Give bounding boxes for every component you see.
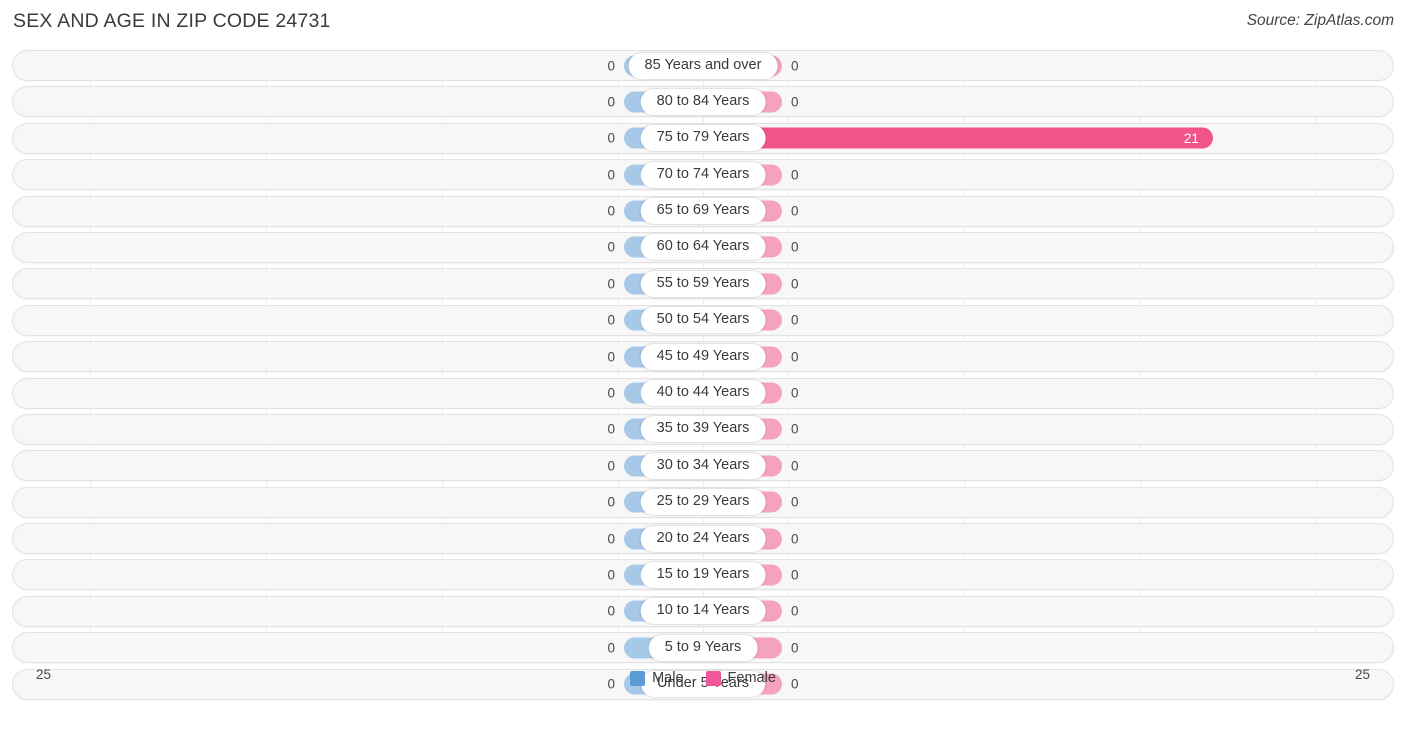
age-group-row: 0 0 60 to 64 Years	[12, 231, 1394, 263]
male-value-label: 0	[607, 531, 615, 547]
page-title: SEX AND AGE IN ZIP CODE 24731	[13, 10, 331, 32]
legend-swatch-icon	[705, 670, 721, 686]
female-value-label: 0	[791, 603, 799, 619]
female-bar-value: 21	[1183, 130, 1199, 146]
age-group-label: 65 to 69 Years	[640, 198, 766, 225]
age-group-label: 60 to 64 Years	[640, 234, 766, 261]
legend-item-male[interactable]: Male	[630, 670, 684, 686]
age-group-label: 15 to 19 Years	[640, 561, 766, 588]
female-value-label: 0	[791, 167, 799, 183]
legend-swatch-icon	[630, 670, 646, 686]
age-group-label: 5 to 9 Years	[648, 634, 758, 661]
male-value-label: 0	[607, 567, 615, 583]
age-group-label: 80 to 84 Years	[640, 88, 766, 115]
age-group-label: 85 Years and over	[628, 52, 778, 79]
male-value-label: 0	[607, 385, 615, 401]
age-group-label: 30 to 34 Years	[640, 452, 766, 479]
age-group-row: 0 0 55 to 59 Years	[12, 268, 1394, 300]
age-group-row: 0 0 50 to 54 Years	[12, 304, 1394, 336]
age-group-label: 70 to 74 Years	[640, 161, 766, 188]
male-value-label: 0	[607, 421, 615, 437]
age-group-label: 35 to 39 Years	[640, 416, 766, 443]
female-value-label: 0	[791, 494, 799, 510]
age-group-row: 0 0 70 to 74 Years	[12, 159, 1394, 191]
female-bar: 21	[703, 127, 1213, 149]
age-group-row: 0 0 85 Years and over	[12, 50, 1394, 81]
male-value-label: 0	[607, 349, 615, 365]
age-group-label: 55 to 59 Years	[640, 270, 766, 297]
female-value-label: 0	[791, 239, 799, 255]
age-group-row: 0 0 30 to 34 Years	[12, 450, 1394, 482]
age-group-label: 10 to 14 Years	[640, 598, 766, 625]
female-value-label: 0	[791, 421, 799, 437]
age-group-row: 0 0 10 to 14 Years	[12, 595, 1394, 627]
legend-label: Male	[652, 670, 684, 686]
age-group-rows: 0 0 85 Years and over 0 0 80 to 84 Years 21 0 75…	[0, 50, 1406, 705]
male-value-label: 0	[607, 640, 615, 656]
age-group-row: 0 0 65 to 69 Years	[12, 195, 1394, 227]
female-value-label: 0	[791, 203, 799, 219]
female-value-label: 0	[791, 531, 799, 547]
male-value-label: 0	[607, 494, 615, 510]
age-group-label: 25 to 29 Years	[640, 489, 766, 516]
female-value-label: 0	[791, 58, 799, 73]
age-group-row: 0 0 45 to 49 Years	[12, 341, 1394, 373]
legend-label: Female	[727, 670, 776, 686]
female-value-label: 0	[791, 385, 799, 401]
male-value-label: 0	[607, 239, 615, 255]
male-value-label: 0	[607, 94, 615, 110]
age-group-row: 0 0 40 to 44 Years	[12, 377, 1394, 409]
age-group-row: 0 0 80 to 84 Years	[12, 86, 1394, 118]
chart-page: SEX AND AGE IN ZIP CODE 24731 Source: Zi…	[0, 0, 1406, 740]
female-value-label: 0	[791, 567, 799, 583]
male-value-label: 0	[607, 167, 615, 183]
age-group-row: 0 0 20 to 24 Years	[12, 523, 1394, 555]
male-value-label: 0	[607, 603, 615, 619]
age-group-row: 0 0 35 to 39 Years	[12, 413, 1394, 445]
female-value-label: 0	[791, 640, 799, 656]
age-group-row: 21 0 75 to 79 Years	[12, 122, 1394, 154]
age-group-row: 0 0 15 to 19 Years	[12, 559, 1394, 591]
male-value-label: 0	[607, 203, 615, 219]
female-value-label: 0	[791, 458, 799, 474]
age-group-label: 75 to 79 Years	[640, 125, 766, 152]
chart-legend: Male Female	[0, 670, 1406, 686]
age-group-row: 0 0 5 to 9 Years	[12, 632, 1394, 664]
age-group-row: 0 0 25 to 29 Years	[12, 486, 1394, 518]
female-value-label: 0	[791, 276, 799, 292]
age-group-label: 50 to 54 Years	[640, 307, 766, 334]
source-attribution: Source: ZipAtlas.com	[1246, 12, 1394, 29]
chart-header: SEX AND AGE IN ZIP CODE 24731 Source: Zi…	[0, 0, 1406, 45]
female-value-label: 0	[791, 94, 799, 110]
legend-item-female[interactable]: Female	[705, 670, 776, 686]
age-group-label: 20 to 24 Years	[640, 525, 766, 552]
male-value-label: 0	[607, 458, 615, 474]
female-value-label: 0	[791, 312, 799, 328]
age-group-label: 45 to 49 Years	[640, 343, 766, 370]
male-value-label: 0	[607, 130, 615, 146]
male-value-label: 0	[607, 58, 615, 73]
male-value-label: 0	[607, 312, 615, 328]
population-pyramid-plot: 0 0 85 Years and over 0 0 80 to 84 Years 21 0 75…	[0, 45, 1406, 700]
female-value-label: 0	[791, 349, 799, 365]
male-value-label: 0	[607, 276, 615, 292]
age-group-label: 40 to 44 Years	[640, 380, 766, 407]
